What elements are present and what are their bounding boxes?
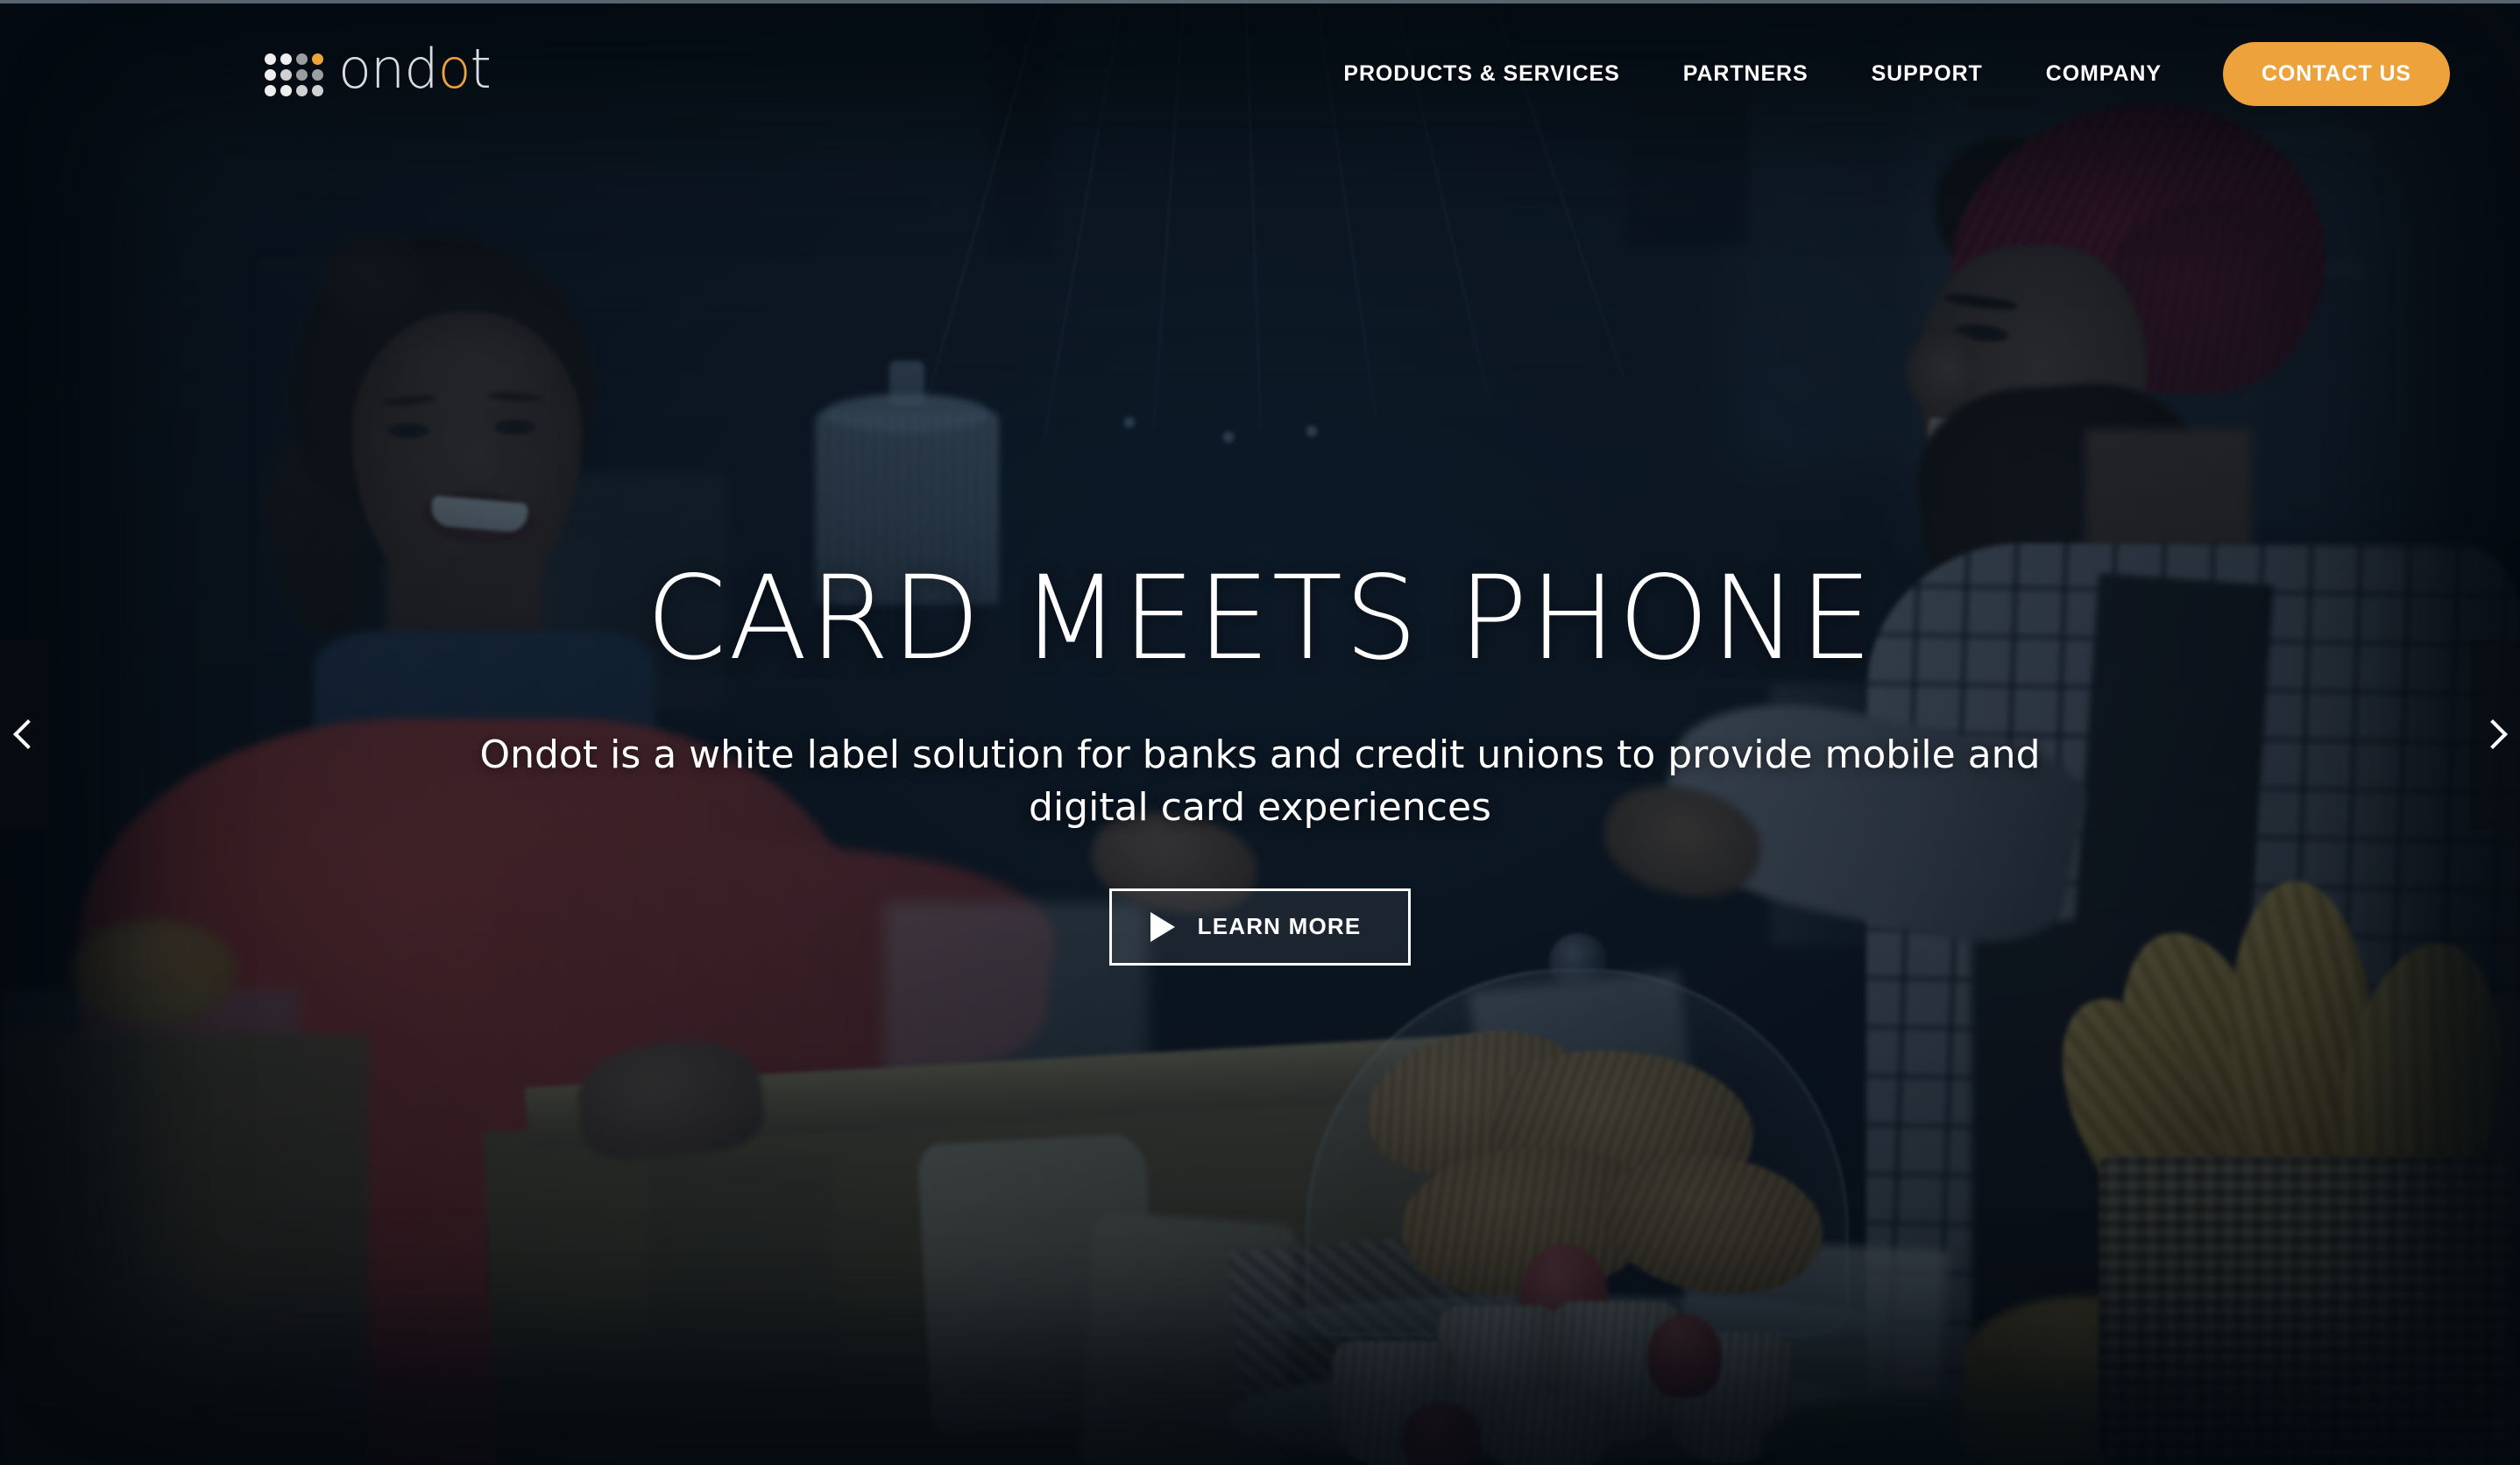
ondot-logo[interactable]: ondot (265, 42, 492, 100)
wordmark-accent-o: o (437, 37, 471, 101)
ondot-wordmark: ondot (338, 42, 492, 96)
learn-more-button[interactable]: LEARN MORE (1108, 888, 1412, 966)
wordmark-part-1: ond (338, 37, 439, 101)
wordmark-part-3: t (470, 37, 492, 101)
page-root: ondot PRODUCTS & SERVICES PARTNERS SUPPO… (0, 0, 2520, 1465)
hero-background-photo (0, 0, 2520, 1465)
ondot-dot-grid-icon (265, 53, 323, 96)
learn-more-label: LEARN MORE (1197, 913, 1362, 940)
nav-products-services[interactable]: PRODUCTS & SERVICES (1312, 61, 1651, 87)
nav-partners[interactable]: PARTNERS (1652, 61, 1840, 87)
carousel-next-button[interactable] (2470, 640, 2520, 829)
contact-us-button[interactable]: CONTACT US (2222, 42, 2450, 106)
chevron-left-icon (12, 719, 43, 749)
photo-vignette (0, 0, 2520, 1465)
play-triangle-icon (1150, 911, 1175, 942)
carousel-prev-button[interactable] (0, 640, 50, 829)
top-rule (0, 0, 2520, 4)
chevron-right-icon (2477, 719, 2508, 749)
site-header: ondot PRODUCTS & SERVICES PARTNERS SUPPO… (0, 0, 2520, 149)
nav-company[interactable]: COMPANY (2014, 61, 2193, 87)
main-navigation: PRODUCTS & SERVICES PARTNERS SUPPORT COM… (1312, 42, 2450, 106)
nav-support[interactable]: SUPPORT (1840, 61, 2014, 87)
